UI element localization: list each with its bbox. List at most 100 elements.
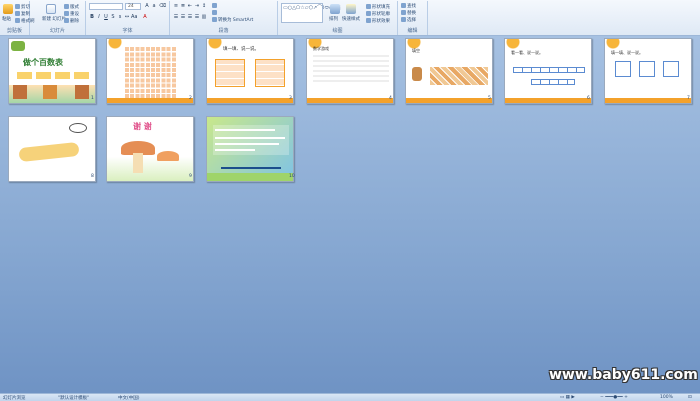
- arrange-icon[interactable]: [330, 4, 340, 14]
- slide-thumbnail-5[interactable]: 填空: [405, 38, 493, 104]
- layout-button[interactable]: 版式: [64, 4, 79, 10]
- cut-button[interactable]: 剪切: [15, 4, 30, 10]
- reset-button[interactable]: 重设: [64, 11, 79, 17]
- font-size-combo[interactable]: 24: [125, 3, 141, 10]
- effects-icon: [366, 18, 371, 23]
- house-icon: [13, 85, 27, 99]
- shape-effects-button[interactable]: 形状效果: [366, 18, 390, 24]
- smartart-icon: [212, 17, 217, 22]
- slides-group-label: 幻灯片: [49, 28, 65, 34]
- italic-icon[interactable]: I: [96, 14, 102, 20]
- paste-icon[interactable]: [3, 4, 13, 14]
- slide-number-6: 6: [587, 96, 590, 101]
- grass-strip: [207, 173, 293, 181]
- cursor-icon: [401, 17, 406, 22]
- slide-3-title: 填一填、说一说。: [223, 47, 259, 52]
- shape-outline-label: 形状轮廓: [372, 12, 390, 17]
- delete-button[interactable]: 删除: [64, 18, 79, 24]
- slide-7-title: 填一填、说一说。: [611, 50, 643, 55]
- bold-icon[interactable]: B: [89, 14, 95, 20]
- replace-button[interactable]: 替换: [401, 10, 416, 16]
- slide-6-footer-bar: [505, 98, 591, 103]
- cut-label: 剪切: [21, 5, 30, 10]
- text-direction-icon: [212, 3, 217, 8]
- mushroom-stem: [133, 153, 143, 173]
- align-text-icon: [212, 10, 217, 15]
- numbering-icon[interactable]: ≣: [180, 3, 186, 9]
- slide-number-8: 8: [91, 174, 94, 179]
- slide-1-title: 做个百数表: [23, 58, 63, 67]
- convert-smartart-button[interactable]: 转换为 SmartArt: [212, 17, 253, 23]
- increase-indent-icon[interactable]: ⇥: [194, 3, 200, 9]
- slide-number-3: 3: [289, 96, 292, 101]
- slide-thumbnail-4[interactable]: 数学游戏: [306, 38, 394, 104]
- slide-thumbnail-1[interactable]: 做个百数表: [8, 38, 96, 104]
- strikethrough-icon[interactable]: S: [110, 14, 116, 20]
- shrink-font-icon[interactable]: a: [151, 3, 157, 9]
- bird-sketch-icon: [69, 123, 87, 133]
- quick-styles-button[interactable]: 快速样式: [342, 16, 360, 22]
- decrease-indent-icon[interactable]: ⇤: [187, 3, 193, 9]
- status-bar: 幻灯片浏览 "默认设计模板" 中文(中国) ▭ ▦ ▶ − ━━━●━━ + 1…: [0, 393, 700, 401]
- text-lines: [313, 55, 389, 85]
- copy-button[interactable]: 复制: [15, 11, 30, 17]
- arrange-button[interactable]: 排列: [329, 16, 338, 22]
- zigzag-pattern: [430, 67, 488, 85]
- slide-thumbnail-8[interactable]: [8, 116, 96, 182]
- shapes-gallery[interactable]: ▭○△⬠☆▱⬡↗⌒⌇⬭◇⬯⬚: [281, 3, 341, 23]
- zoom-level[interactable]: 100%: [660, 395, 673, 400]
- text-direction-button[interactable]: [212, 3, 218, 9]
- slide-number-1: 1: [91, 96, 94, 101]
- align-center-icon[interactable]: ☰: [180, 14, 186, 20]
- font-color-icon[interactable]: A: [142, 14, 148, 20]
- editing-group: 查找 替换 选择 编辑: [398, 1, 428, 35]
- quick-styles-icon[interactable]: [346, 4, 356, 14]
- orange-blob: [505, 39, 591, 49]
- number-block-right: [255, 59, 285, 87]
- fit-window-icon[interactable]: ⊡: [688, 395, 692, 400]
- shape-fill-button[interactable]: 形状填充: [366, 4, 390, 10]
- slide-thumbnail-2[interactable]: [106, 38, 194, 104]
- spacing-icon[interactable]: ↔: [124, 14, 130, 20]
- delete-icon: [64, 18, 69, 23]
- view-buttons[interactable]: ▭ ▦ ▶: [560, 395, 575, 400]
- slide-number-5: 5: [488, 96, 491, 101]
- new-slide-icon[interactable]: [46, 4, 56, 14]
- slide-thumbnail-10[interactable]: [206, 116, 294, 182]
- number-line-boxes: [531, 79, 575, 85]
- slides-group: 新建 幻灯片 版式 重设 删除 幻灯片: [30, 1, 86, 35]
- find-button[interactable]: 查找: [401, 3, 416, 9]
- slide-thumbnail-6[interactable]: 看一看、说一说。: [504, 38, 592, 104]
- align-right-icon[interactable]: ☰: [187, 14, 193, 20]
- bullets-icon[interactable]: ≡: [173, 3, 179, 9]
- grow-font-icon[interactable]: A: [144, 3, 150, 9]
- columns-icon[interactable]: ▥: [201, 14, 207, 20]
- cat-icon: [412, 67, 422, 81]
- slide-thumbnail-7[interactable]: 填一填、说一说。: [604, 38, 692, 104]
- underline-icon[interactable]: U: [103, 14, 109, 20]
- new-slide-button[interactable]: 新建 幻灯片: [42, 16, 66, 22]
- reset-label: 重设: [70, 12, 79, 17]
- pen-icon: [366, 11, 371, 16]
- shape-outline-button[interactable]: 形状轮廓: [366, 11, 390, 17]
- shadow-icon[interactable]: s: [117, 14, 123, 20]
- house-icon: [43, 85, 57, 99]
- cross-grid-middle: [639, 61, 655, 77]
- line-spacing-icon[interactable]: ↕: [201, 3, 207, 9]
- select-button[interactable]: 选择: [401, 17, 416, 23]
- justify-icon[interactable]: ☰: [194, 14, 200, 20]
- zoom-slider[interactable]: − ━━━●━━ +: [600, 395, 628, 400]
- slide-thumbnail-9[interactable]: 谢 谢: [106, 116, 194, 182]
- slide-thumbnail-3[interactable]: 填一填、说一说。: [206, 38, 294, 104]
- brush-icon: [15, 18, 20, 23]
- font-group-label: 字体: [122, 28, 133, 34]
- clipboard-group: 粘贴 剪切 复制 格式刷 剪贴板: [0, 1, 35, 35]
- align-text-button[interactable]: [212, 10, 218, 16]
- paste-button[interactable]: 粘贴: [2, 16, 11, 22]
- font-name-combo[interactable]: [89, 3, 123, 10]
- align-left-icon[interactable]: ☰: [173, 14, 179, 20]
- change-case-icon[interactable]: Aa: [131, 14, 137, 20]
- clear-format-icon[interactable]: ⌫: [159, 3, 166, 9]
- binoculars-icon: [401, 3, 406, 8]
- clipboard-group-label: 剪贴板: [6, 28, 22, 34]
